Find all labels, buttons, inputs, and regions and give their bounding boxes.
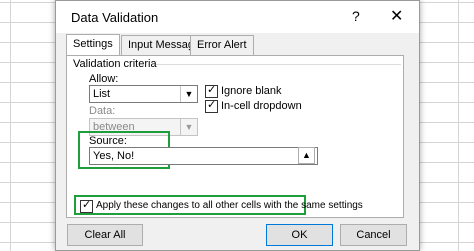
validation-criteria-label: Validation criteria [73, 58, 157, 70]
data-validation-dialog: Data Validation ? ✕ Settings Input Messa… [55, 0, 420, 251]
source-input[interactable]: Yes, No! [89, 147, 318, 165]
group-divider [156, 64, 401, 65]
cancel-button[interactable]: Cancel [340, 224, 407, 246]
ok-button[interactable]: OK [266, 224, 333, 246]
chevron-down-icon: ▼ [180, 86, 197, 102]
allow-label: Allow: [89, 73, 119, 85]
tab-error-alert[interactable]: Error Alert [190, 35, 254, 55]
range-selector-icon[interactable]: ▲ [298, 147, 315, 164]
apply-all-checkbox[interactable]: ✓ [80, 199, 93, 213]
checkmark-icon: ✓ [207, 84, 217, 96]
in-cell-dropdown-label: In-cell dropdown [221, 100, 302, 112]
close-icon[interactable]: ✕ [390, 6, 403, 26]
chevron-down-icon: ▼ [180, 119, 197, 135]
ignore-blank-label: Ignore blank [221, 85, 282, 97]
allow-select[interactable]: List ▼ [89, 85, 198, 103]
ignore-blank-checkbox[interactable]: ✓ [205, 84, 218, 98]
help-icon[interactable]: ? [352, 8, 360, 24]
allow-select-value: List [93, 88, 111, 100]
dialog-titlebar: Data Validation ? ✕ [56, 1, 419, 33]
apply-all-label: Apply these changes to all other cells w… [96, 200, 363, 211]
clear-all-button[interactable]: Clear All [67, 224, 143, 246]
checkmark-icon: ✓ [82, 199, 92, 211]
source-label: Source: [89, 135, 127, 147]
data-label: Data: [89, 105, 116, 117]
checkmark-icon: ✓ [207, 99, 217, 111]
in-cell-dropdown-checkbox[interactable]: ✓ [205, 99, 218, 113]
source-input-value: Yes, No! [93, 150, 135, 162]
tab-settings[interactable]: Settings [66, 34, 120, 56]
dialog-title: Data Validation [71, 10, 159, 25]
